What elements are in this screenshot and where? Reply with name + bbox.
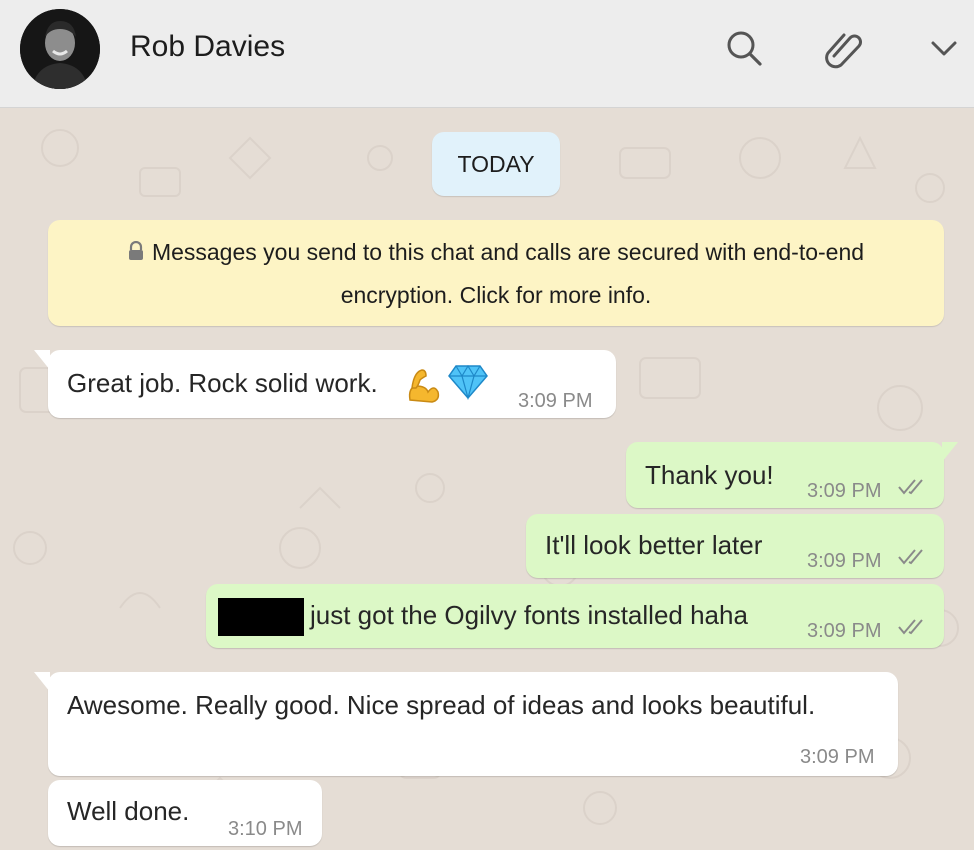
message-time: 3:09 PM [807, 480, 882, 502]
message-text: Awesome. Really good. Nice spread of ide… [67, 690, 816, 720]
redacted-block [218, 598, 304, 636]
message-bubble-outgoing[interactable]: Thank you! 3:09 PM [626, 442, 958, 508]
chat-header: Rob Davies [0, 0, 974, 108]
search-icon [727, 31, 762, 66]
chevron-down-icon [931, 41, 957, 56]
contact-name[interactable]: Rob Davies [130, 30, 285, 64]
gem-emoji [448, 364, 488, 400]
encryption-notice-text-wrap: Messages you send to this chat and calls… [88, 231, 904, 316]
message-bubble-outgoing[interactable]: It'll look better later 3:09 PM [526, 514, 944, 578]
chat-pane[interactable]: TODAY Messages you send to this chat and… [0, 108, 974, 850]
bubble-tail [942, 442, 958, 462]
message-time: 3:09 PM [807, 550, 882, 572]
message-text: Thank you! [645, 460, 774, 490]
message-time: 3:10 PM [228, 818, 303, 840]
message-bubble-outgoing[interactable]: just got the Ogilvy fonts installed haha… [206, 584, 944, 648]
date-divider: TODAY [432, 132, 560, 196]
search-button[interactable] [722, 26, 766, 70]
flexed-biceps-emoji [408, 369, 440, 403]
attach-button[interactable] [822, 26, 866, 70]
avatar-photo [20, 9, 100, 89]
contact-avatar[interactable] [20, 9, 100, 89]
message-text: It'll look better later [545, 530, 763, 560]
encryption-notice-text: Messages you send to this chat and calls… [151, 238, 865, 308]
double-check-icon [898, 479, 923, 495]
double-check-icon [898, 549, 923, 565]
message-bubble-incoming[interactable]: Great job. Rock solid work. 3:09 PM [34, 350, 616, 418]
message-bubble-incoming[interactable]: Awesome. Really good. Nice spread of ide… [34, 672, 898, 776]
double-check-icon [898, 619, 923, 635]
message-text: just got the Ogilvy fonts installed haha [310, 600, 748, 630]
lock-icon [128, 232, 144, 274]
bubble-tail [34, 672, 50, 692]
paperclip-icon [825, 33, 862, 69]
message-bubble-incoming[interactable]: Well done. 3:10 PM [48, 780, 322, 846]
message-time: 3:09 PM [800, 746, 875, 768]
message-time: 3:09 PM [518, 390, 593, 412]
message-time: 3:09 PM [807, 620, 882, 642]
bubble-tail [34, 350, 50, 370]
message-text: Well done. [67, 796, 190, 826]
message-text: Great job. Rock solid work. [67, 368, 378, 398]
encryption-notice[interactable]: Messages you send to this chat and calls… [48, 220, 944, 326]
menu-button[interactable] [922, 26, 966, 70]
